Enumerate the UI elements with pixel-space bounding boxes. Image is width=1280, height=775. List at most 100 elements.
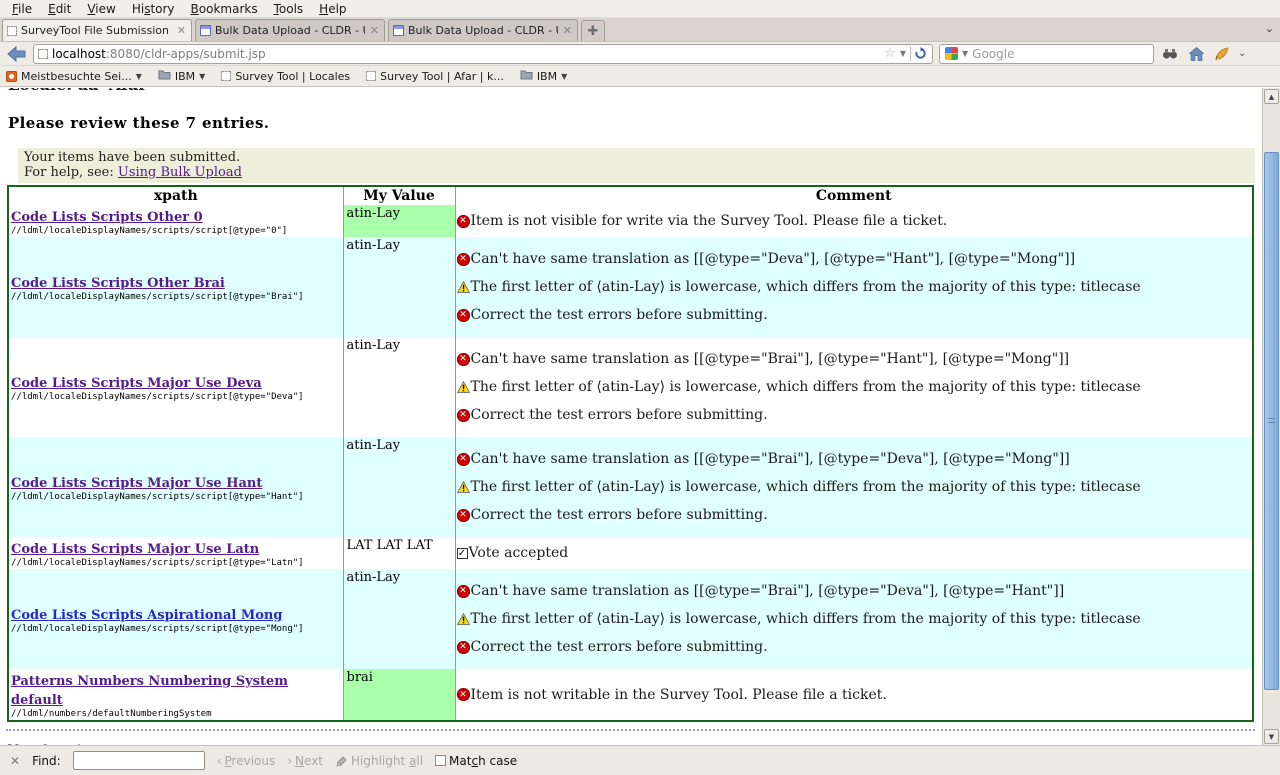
comment-cell: ✕Can't have same translation as [[@type=…: [455, 337, 1253, 437]
xpath-link[interactable]: Code Lists Scripts Major Use Latn: [11, 542, 259, 557]
xpath-path: //ldml/localeDisplayNames/scripts/script…: [11, 624, 341, 634]
comment-text: Can't have same translation as [[@type="…: [471, 351, 1070, 367]
quill-icon[interactable]: [1212, 44, 1232, 64]
folder-icon: [520, 69, 533, 83]
menu-tools[interactable]: Tools: [266, 1, 312, 17]
back-button[interactable]: [5, 44, 27, 64]
menu-help[interactable]: Help: [311, 1, 354, 17]
toolbar-overflow-chevron-icon[interactable]: ⌄: [1238, 48, 1246, 59]
comment-text: The first letter of ⟨atin-Lay⟩ is lowerc…: [471, 379, 1141, 395]
vertical-scrollbar[interactable]: ▲ ▼: [1262, 88, 1280, 745]
search-placeholder[interactable]: Google: [972, 47, 1148, 61]
reload-button[interactable]: [910, 46, 930, 61]
browser-tab-3[interactable]: Bulk Data Upload - CLDR - Un...✕: [388, 19, 578, 41]
menu-bookmarks[interactable]: Bookmarks: [183, 1, 266, 17]
xpath-link[interactable]: Patterns Numbers Numbering System defaul…: [11, 674, 288, 708]
my-value-cell: atin-Lay: [343, 337, 455, 437]
comment-text: Correct the test errors before submittin…: [471, 307, 768, 323]
bookmark-item-5[interactable]: IBM▼: [520, 69, 567, 83]
xpath-cell: Code Lists Scripts Aspirational Mong//ld…: [8, 569, 343, 669]
browser-tab-1[interactable]: SurveyTool File Submission | ...✕: [2, 19, 192, 41]
comment-line: ✕Correct the test errors before submitti…: [457, 407, 1252, 423]
table-header-row: xpath My Value Comment: [8, 186, 1253, 205]
xpath-link[interactable]: Code Lists Scripts Major Use Hant: [11, 476, 262, 491]
find-close-icon[interactable]: ✕: [10, 754, 20, 768]
notice-help-prefix: For help, see:: [24, 165, 118, 180]
folder-icon: [158, 69, 171, 83]
xpath-cell: Code Lists Scripts Other Brai//ldml/loca…: [8, 237, 343, 337]
my-value-cell: atin-Lay: [343, 569, 455, 669]
bookmarks-bar: Meistbesuchte Sei...▼ IBM▼ Survey Tool | L…: [0, 66, 1280, 87]
bookmark-chevron-icon[interactable]: ▼: [199, 72, 205, 81]
my-value-cell: atin-Lay: [343, 437, 455, 537]
find-input[interactable]: [73, 751, 205, 770]
page-favicon-icon: [221, 71, 231, 81]
bookmark-item-1[interactable]: Meistbesuchte Sei...▼: [6, 70, 142, 83]
url-dropdown-chevron-icon[interactable]: ▼: [900, 49, 906, 58]
scroll-up-arrow-icon[interactable]: ▲: [1264, 89, 1279, 104]
highlight-all-button[interactable]: Highlight all: [335, 754, 423, 768]
error-icon: ✕: [457, 453, 470, 466]
error-icon: ✕: [457, 688, 470, 701]
tab-close-icon[interactable]: ✕: [369, 25, 380, 36]
tab-close-icon[interactable]: ✕: [176, 25, 187, 36]
highlighter-icon: [335, 755, 348, 767]
scrollbar-thumb[interactable]: [1264, 152, 1279, 690]
xpath-link[interactable]: Code Lists Scripts Major Use Deva: [11, 376, 262, 391]
comment-line: The first letter of ⟨atin-Lay⟩ is lowerc…: [457, 479, 1252, 495]
menu-view[interactable]: View: [79, 1, 123, 17]
comment-line: The first letter of ⟨atin-Lay⟩ is lowerc…: [457, 379, 1252, 395]
comment-line: ✕Can't have same translation as [[@type=…: [457, 351, 1252, 367]
xpath-link[interactable]: Code Lists Scripts Aspirational Mong: [11, 608, 282, 623]
bookmark-item-3[interactable]: Survey Tool | Locales: [221, 70, 350, 83]
browser-tab-2[interactable]: Bulk Data Upload - CLDR - Un...✕: [195, 19, 385, 41]
menu-bar: FileEditViewHistoryBookmarksToolsHelp: [0, 0, 1280, 18]
error-icon: ✕: [457, 509, 470, 522]
tab-close-icon[interactable]: ✕: [562, 25, 573, 36]
bookmark-chevron-icon[interactable]: ▼: [136, 72, 142, 81]
menu-file[interactable]: File: [4, 1, 40, 17]
url-path: :8080/cldr-apps/submit.jsp: [106, 47, 266, 61]
xpath-link[interactable]: Code Lists Scripts Other 0: [11, 210, 203, 225]
xpath-path: //ldml/localeDisplayNames/scripts/script…: [11, 558, 341, 568]
home-button[interactable]: [1186, 44, 1206, 64]
comment-line: ✕Item is not visible for write via the S…: [457, 213, 1252, 229]
menu-history[interactable]: History: [124, 1, 183, 17]
bookmark-star-icon[interactable]: ☆: [884, 46, 896, 61]
bookmark-chevron-icon[interactable]: ▼: [561, 72, 567, 81]
comment-line: ✕Correct the test errors before submitti…: [457, 507, 1252, 523]
tab-bar: SurveyTool File Submission | ...✕Bulk Da…: [0, 18, 1280, 42]
google-logo-icon: [945, 47, 958, 60]
page-favicon-icon: [366, 71, 376, 81]
find-binoculars-icon[interactable]: [1160, 44, 1180, 64]
new-tab-button[interactable]: ✚: [581, 20, 605, 41]
url-bar[interactable]: localhost:8080/cldr-apps/submit.jsp ☆ ▼: [33, 44, 933, 64]
history-icon: [6, 71, 17, 82]
scroll-down-arrow-icon[interactable]: ▼: [1264, 729, 1279, 744]
comment-text: Correct the test errors before submittin…: [471, 639, 768, 655]
comment-line: ✕Can't have same translation as [[@type=…: [457, 251, 1252, 267]
xpath-link[interactable]: Code Lists Scripts Other Brai: [11, 276, 225, 291]
find-previous-button[interactable]: ‹ Previous: [217, 754, 276, 768]
search-box[interactable]: ▼ Google: [939, 44, 1154, 64]
using-bulk-upload-link[interactable]: Using Bulk Upload: [118, 165, 242, 180]
bookmark-item-2[interactable]: IBM▼: [158, 69, 205, 83]
comment-line: ✕Can't have same translation as [[@type=…: [457, 451, 1252, 467]
match-case-control[interactable]: Match case: [435, 754, 517, 768]
comment-text: Item is not writable in the Survey Tool.…: [471, 687, 887, 703]
comment-line: The first letter of ⟨atin-Lay⟩ is lowerc…: [457, 611, 1252, 627]
warning-icon: [457, 281, 470, 293]
bookmark-item-4[interactable]: Survey Tool | Afar | k...: [366, 70, 504, 83]
comment-text: Correct the test errors before submittin…: [471, 507, 768, 523]
match-case-checkbox[interactable]: [435, 755, 446, 766]
xpath-cell: Code Lists Scripts Major Use Deva//ldml/…: [8, 337, 343, 437]
search-engine-chevron-icon[interactable]: ▼: [962, 49, 968, 58]
submission-notice: Your items have been submitted. For help…: [18, 148, 1255, 183]
tab-overflow-chevron-icon[interactable]: ⌄: [1265, 22, 1274, 35]
url-text[interactable]: localhost:8080/cldr-apps/submit.jsp: [52, 47, 880, 61]
menu-edit[interactable]: Edit: [40, 1, 79, 17]
bookmark-label: Survey Tool | Locales: [235, 70, 350, 83]
find-next-button[interactable]: › Next: [287, 754, 323, 768]
table-row: Code Lists Scripts Aspirational Mong//ld…: [8, 569, 1253, 669]
comment-text: Can't have same translation as [[@type="…: [471, 251, 1076, 267]
